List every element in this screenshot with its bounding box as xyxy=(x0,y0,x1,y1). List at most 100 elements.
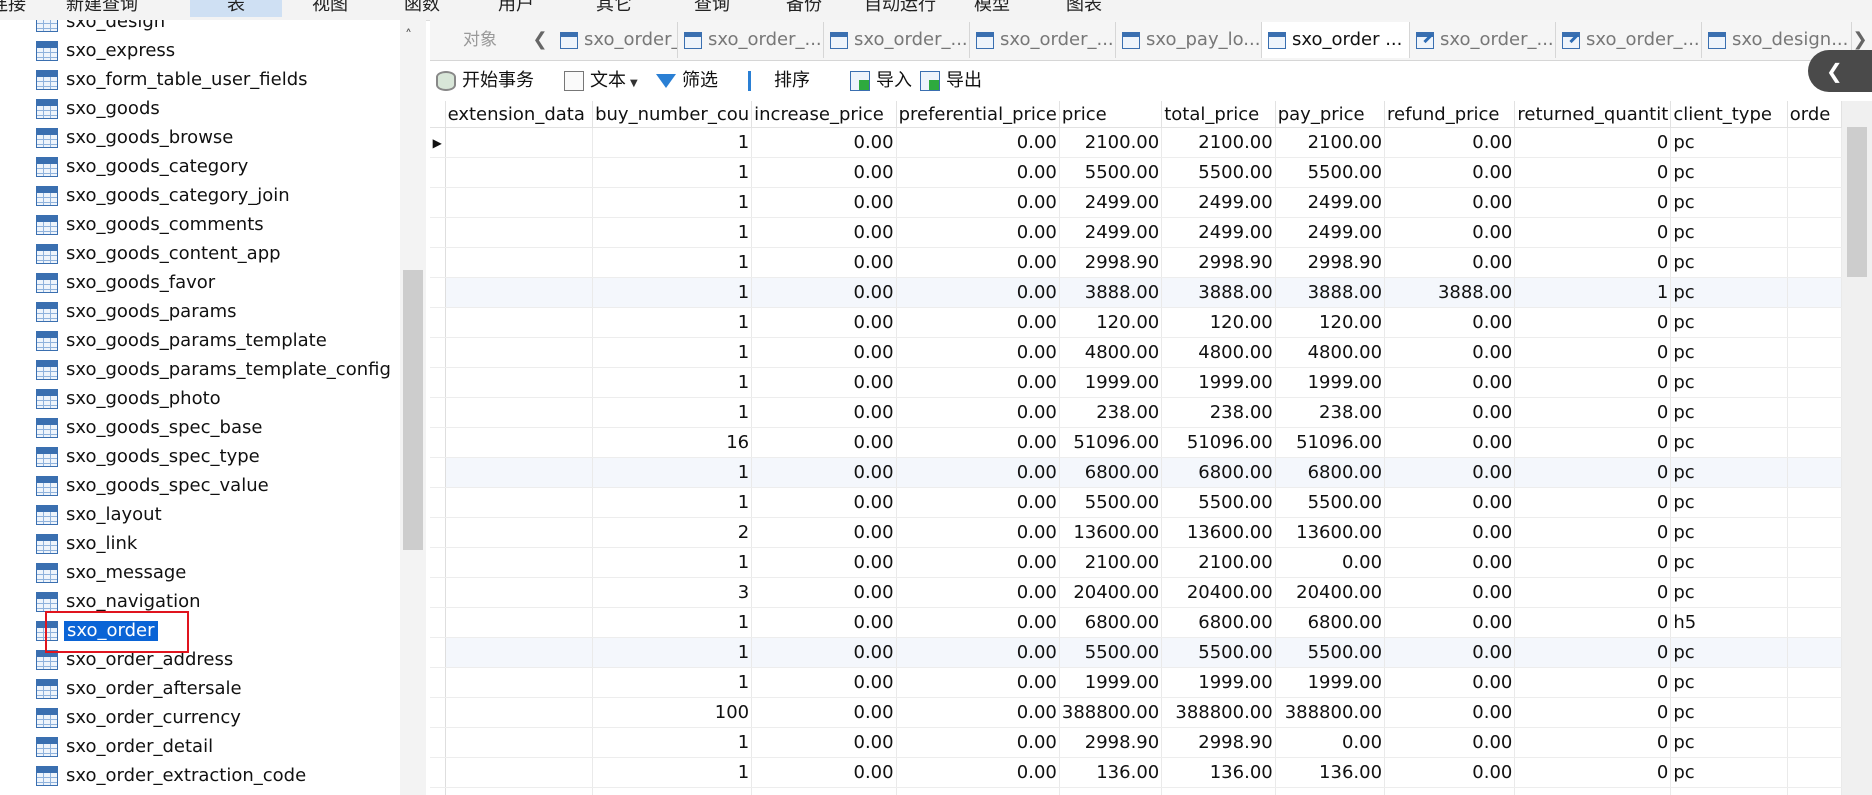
table-cell[interactable]: 0 xyxy=(1514,217,1672,248)
menu-item[interactable]: 自动运行 xyxy=(864,0,936,17)
table-row[interactable]: 1 0.00 0.00 2499.00 2499.00 2499.00 0.00 0 pc xyxy=(430,217,1842,248)
table-cell[interactable] xyxy=(445,277,594,308)
grid-scrollbar[interactable] xyxy=(1842,101,1872,795)
row-marker[interactable] xyxy=(430,217,446,248)
table-cell[interactable]: 0 xyxy=(1514,397,1672,428)
table-cell[interactable]: 0.00 xyxy=(1384,577,1516,608)
table-cell[interactable]: 1 xyxy=(592,337,753,368)
table-cell[interactable] xyxy=(445,517,594,548)
table-cell[interactable] xyxy=(1787,367,1842,398)
table-cell[interactable]: 1 xyxy=(592,247,753,278)
table-cell[interactable]: 0.00 xyxy=(751,547,897,578)
table-cell[interactable]: 5500.00 xyxy=(1275,157,1386,188)
column-header[interactable]: total_price xyxy=(1161,101,1276,128)
table-cell[interactable]: 1 xyxy=(592,307,753,338)
table-row[interactable]: 1 0.00 0.00 6800.00 6800.00 6800.00 0.00 0 pc xyxy=(430,457,1842,488)
table-row[interactable]: 10.000.007899.007899.007899.000.000pc xyxy=(430,787,1842,795)
table-cell[interactable]: 2499.00 xyxy=(1275,217,1386,248)
table-cell[interactable]: 0.00 xyxy=(751,367,897,398)
editor-tab[interactable]: sxo_order ... xyxy=(1262,22,1410,58)
table-cell[interactable] xyxy=(1787,397,1842,428)
table-cell[interactable]: 7899.00 xyxy=(1161,787,1276,795)
table-cell[interactable]: 120.00 xyxy=(1275,307,1386,338)
table-cell[interactable]: 0.00 xyxy=(751,337,897,368)
table-cell[interactable]: 0.00 xyxy=(1275,727,1386,758)
row-marker[interactable] xyxy=(430,547,446,578)
table-cell[interactable]: 0.00 xyxy=(1384,427,1516,458)
table-cell[interactable] xyxy=(445,307,594,338)
table-cell[interactable]: 3888.00 xyxy=(1275,277,1386,308)
table-cell[interactable]: 238.00 xyxy=(1059,397,1163,428)
table-cell[interactable]: 1 xyxy=(592,457,753,488)
row-marker[interactable] xyxy=(430,247,446,278)
table-cell[interactable] xyxy=(1787,727,1842,758)
export-button[interactable]: 导出 xyxy=(918,67,982,95)
table-cell[interactable]: 0 xyxy=(1514,367,1672,398)
current-row-icon[interactable]: ▶ xyxy=(430,127,446,158)
row-marker[interactable] xyxy=(430,787,446,795)
table-row[interactable]: 1 0.00 0.00 136.00 136.00 136.00 0.00 0 pc xyxy=(430,757,1842,788)
table-cell[interactable]: 1 xyxy=(592,157,753,188)
menu-item[interactable]: 备份 xyxy=(786,0,822,17)
table-row[interactable]: 1 0.00 0.00 120.00 120.00 120.00 0.00 0 pc xyxy=(430,307,1842,338)
table-cell[interactable]: pc xyxy=(1670,487,1788,518)
row-marker[interactable] xyxy=(430,637,446,668)
menu-item[interactable]: 函数 xyxy=(404,0,440,17)
row-marker[interactable] xyxy=(430,187,446,218)
table-cell[interactable]: 0.00 xyxy=(751,157,897,188)
table-row[interactable]: 1 0.00 0.00 6800.00 6800.00 6800.00 0.00 0 h5 xyxy=(430,607,1842,638)
table-cell[interactable]: h5 xyxy=(1670,607,1788,638)
table-cell[interactable]: 0.00 xyxy=(751,517,897,548)
table-cell[interactable]: 5500.00 xyxy=(1059,487,1163,518)
table-cell[interactable]: 136.00 xyxy=(1161,757,1276,788)
table-cell[interactable]: 388800.00 xyxy=(1059,697,1163,728)
table-cell[interactable]: 0.00 xyxy=(896,637,1060,668)
row-marker[interactable] xyxy=(430,367,446,398)
table-cell[interactable]: pc xyxy=(1670,667,1788,698)
editor-tab[interactable]: sxo_order_... xyxy=(824,22,970,58)
table-cell[interactable]: pc xyxy=(1670,457,1788,488)
table-cell[interactable]: 0 xyxy=(1514,607,1672,638)
table-cell[interactable]: 0.00 xyxy=(1384,367,1516,398)
grid-scroll-thumb[interactable] xyxy=(1847,127,1867,277)
begin-transaction-button[interactable]: 开始事务 xyxy=(434,67,534,95)
menu-item[interactable]: 图表 xyxy=(1066,0,1102,17)
table-cell[interactable]: 0.00 xyxy=(751,607,897,638)
table-cell[interactable]: 1 xyxy=(592,187,753,218)
table-cell[interactable] xyxy=(1787,757,1842,788)
table-cell[interactable]: 0.00 xyxy=(1384,517,1516,548)
table-row[interactable]: 1 0.00 0.00 2100.00 2100.00 0.00 0.00 0 pc xyxy=(430,547,1842,578)
table-cell[interactable] xyxy=(1787,247,1842,278)
table-row[interactable]: ▶ 1 0.00 0.00 2100.00 2100.00 2100.00 0.00 0 pc xyxy=(430,127,1842,158)
row-marker[interactable] xyxy=(430,457,446,488)
table-cell[interactable]: 1 xyxy=(592,277,753,308)
table-cell[interactable]: 0 xyxy=(1514,577,1672,608)
table-cell[interactable]: 0.00 xyxy=(1384,637,1516,668)
table-cell[interactable]: 3888.00 xyxy=(1161,277,1276,308)
table-row[interactable]: 1 0.00 0.00 3888.00 3888.00 3888.00 3888.00 1 pc xyxy=(430,277,1842,308)
table-cell[interactable] xyxy=(445,127,594,158)
column-header[interactable]: orde xyxy=(1787,101,1842,128)
table-cell[interactable]: 2998.90 xyxy=(1059,247,1163,278)
row-marker[interactable] xyxy=(430,427,446,458)
table-cell[interactable]: 0.00 xyxy=(896,397,1060,428)
table-cell[interactable]: 1 xyxy=(592,607,753,638)
table-cell[interactable]: 0.00 xyxy=(896,247,1060,278)
table-cell[interactable]: 100 xyxy=(592,697,753,728)
menu-item[interactable]: 新建查询 xyxy=(66,0,138,17)
menu-item[interactable]: 其它 xyxy=(596,0,632,17)
table-cell[interactable] xyxy=(1787,187,1842,218)
table-cell[interactable] xyxy=(445,637,594,668)
table-cell[interactable]: 0.00 xyxy=(1384,757,1516,788)
table-cell[interactable] xyxy=(1787,307,1842,338)
table-cell[interactable]: pc xyxy=(1670,127,1788,158)
table-cell[interactable]: 3888.00 xyxy=(1384,277,1516,308)
table-cell[interactable]: 1999.00 xyxy=(1161,667,1276,698)
table-cell[interactable]: 2100.00 xyxy=(1161,547,1276,578)
table-cell[interactable]: 0 xyxy=(1514,787,1672,795)
table-cell[interactable]: 2998.90 xyxy=(1161,727,1276,758)
table-cell[interactable]: 0.00 xyxy=(896,367,1060,398)
table-cell[interactable]: 2499.00 xyxy=(1059,187,1163,218)
table-cell[interactable]: 1 xyxy=(592,217,753,248)
table-cell[interactable]: 388800.00 xyxy=(1275,697,1386,728)
